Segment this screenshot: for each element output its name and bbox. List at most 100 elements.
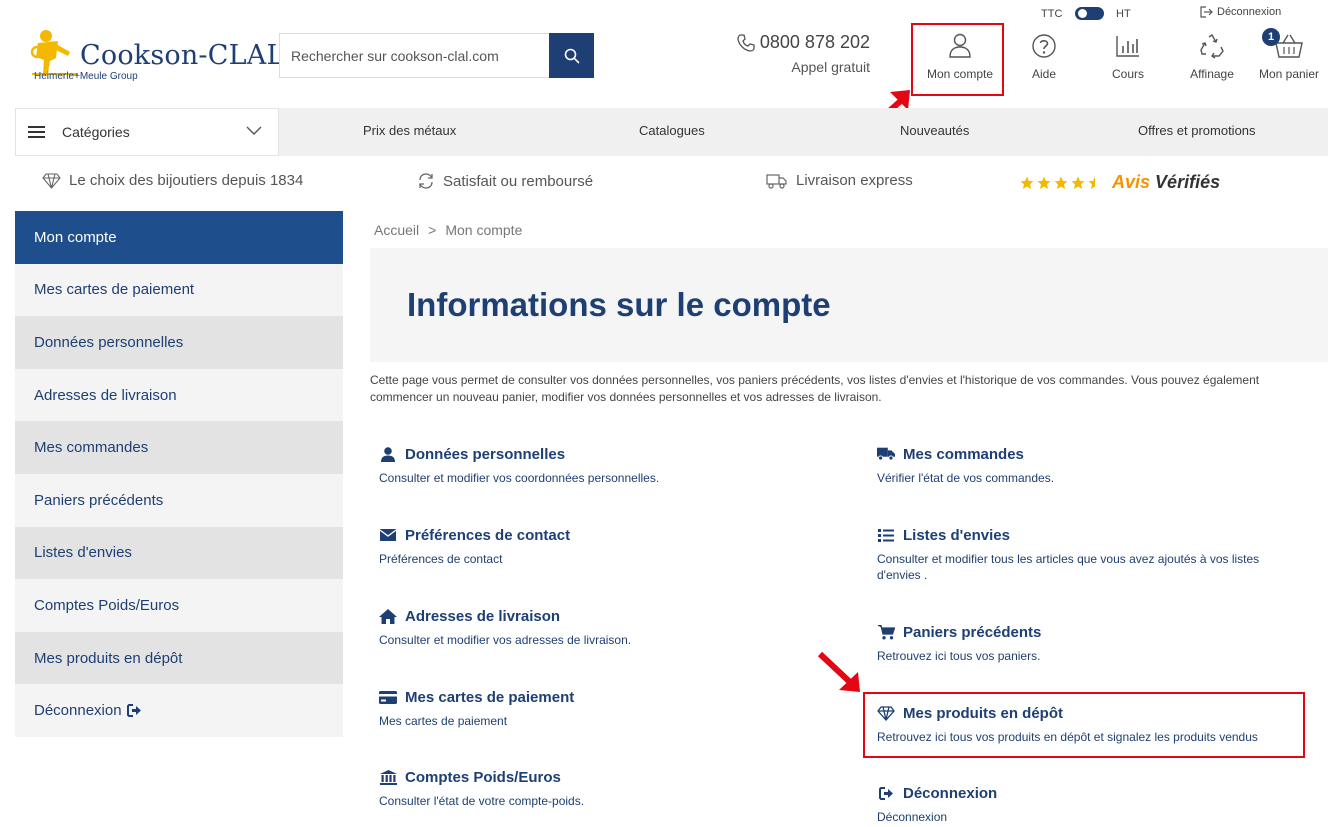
page-title-box: Informations sur le compte [370, 248, 1328, 362]
logo-name: Cookson-CLAL [80, 40, 285, 71]
card-previous-baskets-title[interactable]: Paniers précédents [877, 622, 1317, 642]
star-icon [1037, 176, 1051, 189]
cart-count-badge: 1 [1262, 28, 1280, 46]
search-button[interactable] [549, 33, 594, 78]
benefit-refund: Satisfait ou remboursé [417, 172, 593, 190]
sidebar-item-previous-baskets[interactable]: Paniers précédents [15, 473, 343, 527]
navlink-metal-prices[interactable]: Prix des métaux [363, 123, 456, 138]
phone-icon [737, 33, 755, 52]
ht-label: HT [1116, 7, 1131, 20]
navlink-new[interactable]: Nouveautés [900, 123, 969, 138]
page-intro: Cette page vous permet de consulter vos … [370, 373, 1260, 404]
sidebar-item-weight-accounts[interactable]: Comptes Poids/Euros [15, 579, 343, 632]
main-navbar: Catégories Prix des métaux Catalogues No… [15, 108, 1328, 156]
header-nav-refining[interactable]: Affinage [1185, 33, 1239, 81]
ttc-ht-toggle[interactable] [1075, 7, 1104, 20]
site-header: Cookson-CLAL Heimerle+Meule Group 0800 8… [0, 0, 1342, 108]
sidebar-item-label: Mes cartes de paiement [34, 281, 195, 299]
sidebar-item-orders[interactable]: Mes commandes [15, 421, 343, 474]
card-payment-cards: Mes cartes de paiement Mes cartes de pai… [379, 687, 819, 729]
user-icon [381, 446, 395, 462]
menu-icon [28, 126, 45, 138]
benefit-refund-text: Satisfait ou remboursé [443, 172, 594, 190]
card-logout: Déconnexion Déconnexion [877, 783, 1317, 825]
search-input[interactable] [280, 34, 550, 77]
sidebar-item-logout[interactable]: Déconnexion [15, 684, 343, 737]
card-wishlists-title[interactable]: Listes d'envies [877, 525, 1317, 545]
price-toggle: TTC HT [1041, 7, 1131, 20]
card-personal-data-title[interactable]: Données personnelles [379, 444, 819, 464]
card-title-text: Déconnexion [903, 784, 998, 802]
sidebar-item-addresses[interactable]: Adresses de livraison [15, 368, 343, 422]
home-icon [379, 608, 397, 624]
categories-label: Catégories [62, 124, 130, 140]
benefit-heritage-text: Le choix des bijoutiers depuis 1834 [69, 172, 304, 189]
card-orders: Mes commandes Vérifier l'état de vos com… [877, 444, 1317, 486]
benefit-heritage: Le choix des bijoutiers depuis 1834 [42, 172, 303, 189]
breadcrumb: Accueil > Mon compte [374, 222, 522, 238]
envelope-icon [380, 529, 396, 541]
card-title-text: Données personnelles [405, 445, 566, 463]
search-bar [279, 33, 594, 78]
annotation-highlight-deposit [863, 692, 1305, 758]
card-orders-title[interactable]: Mes commandes [877, 444, 1317, 464]
rating-stars [1020, 176, 1102, 190]
annotation-highlight-account [911, 23, 1004, 96]
truck-icon [877, 447, 895, 461]
sidebar-item-label: Mes produits en dépôt [34, 649, 183, 667]
search-icon [564, 48, 579, 63]
sidebar-item-label: Mon compte [34, 228, 117, 246]
card-logout-title[interactable]: Déconnexion [877, 783, 1317, 803]
header-nav-rates-label: Cours [1111, 67, 1144, 81]
card-title-text: Comptes Poids/Euros [405, 768, 561, 786]
card-payment-cards-title[interactable]: Mes cartes de paiement [379, 687, 819, 707]
avis-verifies-logo[interactable]: Avis Vérifiés [1112, 172, 1220, 193]
sidebar-item-label: Mes commandes [34, 439, 149, 457]
header-nav-rates[interactable]: Cours [1103, 33, 1153, 81]
star-icon [1071, 176, 1085, 189]
sidebar-item-wishlists[interactable]: Listes d'envies [15, 526, 343, 580]
help-icon [1032, 34, 1056, 58]
credit-card-icon [379, 690, 397, 704]
phone-contact[interactable]: 0800 878 202 Appel gratuit [735, 32, 870, 75]
sidebar-item-personal-data[interactable]: Données personnelles [15, 316, 343, 369]
logout-link-top[interactable]: Déconnexion [1200, 6, 1281, 18]
navlink-offers[interactable]: Offres et promotions [1138, 123, 1256, 138]
header-nav-cart-label: Mon panier [1258, 67, 1320, 81]
card-previous-baskets: Paniers précédents Retrouvez ici tous vo… [877, 622, 1317, 664]
phone-subtitle: Appel gratuit [791, 59, 870, 75]
card-weight-accounts-title[interactable]: Comptes Poids/Euros [379, 767, 819, 787]
card-delivery-addresses-title[interactable]: Adresses de livraison [379, 606, 819, 626]
sidebar-item-deposit-products[interactable]: Mes produits en dépôt [15, 631, 343, 685]
shopping-cart-icon [877, 624, 895, 639]
star-half-icon [1088, 176, 1095, 189]
sidebar-item-label: Listes d'envies [34, 544, 132, 562]
sidebar-item-label: Comptes Poids/Euros [34, 596, 180, 614]
sidebar-item-account[interactable]: Mon compte [15, 211, 343, 264]
card-delivery-addresses-desc: Consulter et modifier vos adresses de li… [379, 633, 632, 647]
breadcrumb-current: Mon compte [445, 222, 523, 238]
card-title-text: Listes d'envies [903, 526, 1010, 544]
sidebar-item-payment-cards[interactable]: Mes cartes de paiement [15, 263, 343, 317]
card-contact-preferences-desc: Préférences de contact [379, 552, 503, 566]
avis-verifies-part2: Vérifiés [1155, 172, 1221, 192]
breadcrumb-home[interactable]: Accueil [374, 222, 419, 238]
sidebar-item-label: Adresses de livraison [34, 386, 177, 404]
list-icon [878, 528, 894, 542]
sidebar-item-label: Données personnelles [34, 333, 184, 351]
star-icon [1020, 176, 1034, 189]
phone-number: 0800 878 202 [759, 32, 870, 52]
site-logo[interactable]: Cookson-CLAL Heimerle+Meule Group [28, 28, 284, 86]
card-wishlists: Listes d'envies Consulter et modifier to… [877, 525, 1317, 583]
card-contact-preferences-title[interactable]: Préférences de contact [379, 525, 819, 545]
header-nav-help-label: Aide [1031, 67, 1057, 81]
page-title: Informations sur le compte [407, 286, 831, 323]
diamond-icon [42, 172, 61, 189]
categories-dropdown[interactable]: Catégories [15, 108, 279, 156]
card-title-text: Mes cartes de paiement [405, 688, 575, 706]
navlink-catalogues[interactable]: Catalogues [639, 123, 705, 138]
account-sidebar: Mon compte Mes cartes de paiement Donnée… [15, 211, 343, 737]
card-contact-preferences: Préférences de contact Préférences de co… [379, 525, 819, 567]
benefit-delivery: Livraison express [766, 172, 913, 189]
header-nav-help[interactable]: Aide [1019, 33, 1069, 81]
